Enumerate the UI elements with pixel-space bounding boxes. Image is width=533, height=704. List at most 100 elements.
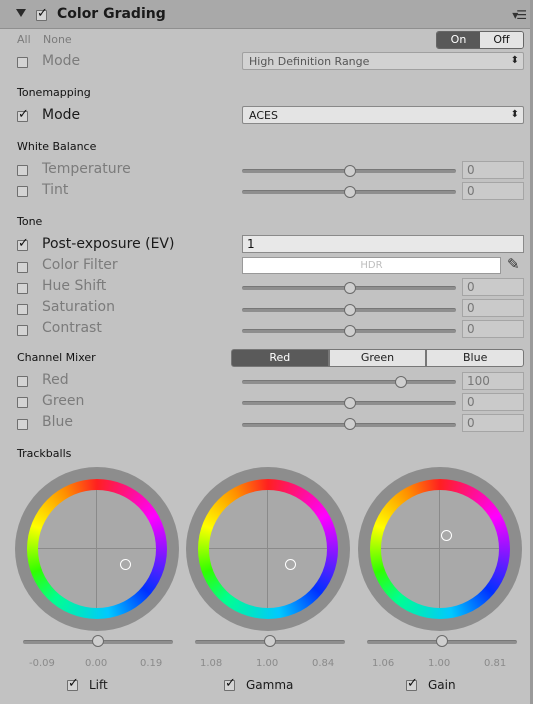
gamma-trackball[interactable] (186, 467, 350, 631)
gain-checkbox[interactable] (406, 676, 418, 691)
lift-value-b: 0.19 (140, 658, 163, 669)
lift-wheel-center (38, 490, 156, 608)
tone-section-title: Tone (17, 215, 43, 228)
mixer-green-checkbox[interactable] (17, 397, 28, 408)
mixer-blue-slider-thumb[interactable] (344, 418, 356, 430)
select-all-link[interactable]: All (17, 33, 31, 46)
gamma-handle[interactable] (285, 559, 296, 570)
context-menu-icon[interactable]: ▾☰ (512, 8, 527, 22)
temperature-checkbox[interactable] (17, 165, 28, 176)
post-exposure-label: Post-exposure (EV) (42, 236, 175, 252)
gamma-value-b: 0.84 (312, 658, 335, 669)
tint-checkbox[interactable] (17, 186, 28, 197)
tonemapping-section-title: Tonemapping (17, 86, 91, 99)
mixer-red-slider[interactable] (242, 380, 456, 384)
gain-label: Gain (428, 678, 456, 692)
gamma-color-ring (198, 479, 338, 619)
mixer-red-label: Red (42, 372, 69, 388)
component-title: Color Grading (57, 6, 166, 22)
temperature-slider-thumb[interactable] (344, 165, 356, 177)
color-filter-swatch[interactable]: HDR (242, 257, 501, 274)
lift-crosshair-vertical (96, 490, 97, 608)
gain-handle[interactable] (441, 530, 452, 541)
hue-shift-checkbox[interactable] (17, 283, 28, 294)
hue-shift-field[interactable]: 0 (462, 278, 524, 296)
gain-slider-thumb[interactable] (436, 635, 448, 647)
mixer-blue-field[interactable]: 0 (462, 414, 524, 432)
tint-label: Tint (42, 182, 69, 198)
saturation-field[interactable]: 0 (462, 299, 524, 317)
gain-value-r: 1.06 (372, 658, 395, 669)
lift-value-g: 0.00 (85, 658, 108, 669)
channel-mixer-tabs: Red Green Blue (231, 349, 525, 367)
gamma-crosshair-horizontal (209, 548, 327, 549)
mixer-green-label: Green (42, 393, 85, 409)
tint-field[interactable]: 0 (462, 182, 524, 200)
mixer-blue-label: Blue (42, 414, 73, 430)
gamma-label: Gamma (246, 678, 294, 692)
saturation-label: Saturation (42, 299, 115, 315)
gain-crosshair-vertical (439, 490, 440, 608)
post-exposure-checkbox[interactable] (17, 236, 29, 251)
tonemapping-mode-label: Mode (42, 107, 81, 123)
gain-value-b: 0.81 (484, 658, 507, 669)
color-filter-label: Color Filter (42, 257, 118, 273)
enable-checkbox[interactable] (36, 6, 48, 21)
lift-crosshair-horizontal (38, 548, 156, 549)
gamma-checkbox[interactable] (224, 676, 236, 691)
select-none-link[interactable]: None (43, 33, 72, 46)
lift-value-r: -0.09 (29, 658, 55, 669)
mixer-red-slider-thumb[interactable] (395, 376, 407, 388)
toggle-off[interactable]: Off (480, 32, 523, 48)
mode-label: Mode (42, 53, 81, 69)
lift-handle[interactable] (120, 559, 131, 570)
hue-shift-slider-thumb[interactable] (344, 282, 356, 294)
gamma-slider-thumb[interactable] (264, 635, 276, 647)
saturation-slider-thumb[interactable] (344, 304, 356, 316)
tab-green[interactable]: Green (328, 349, 427, 367)
lift-color-ring (27, 479, 167, 619)
contrast-checkbox[interactable] (17, 325, 28, 336)
mode-override-checkbox[interactable] (17, 57, 28, 68)
gamma-value-r: 1.08 (200, 658, 223, 669)
white-balance-section-title: White Balance (17, 140, 97, 153)
contrast-label: Contrast (42, 320, 102, 336)
gain-trackball[interactable] (358, 467, 522, 631)
mixer-red-checkbox[interactable] (17, 376, 28, 387)
foldout-arrow-icon[interactable] (16, 9, 26, 17)
tonemapping-mode-dropdown[interactable]: ACES (242, 106, 524, 124)
temperature-label: Temperature (42, 161, 131, 177)
gamma-wheel-center (209, 490, 327, 608)
lift-label: Lift (89, 678, 108, 692)
gamma-crosshair-vertical (267, 490, 268, 608)
mixer-green-slider-thumb[interactable] (344, 397, 356, 409)
saturation-checkbox[interactable] (17, 304, 28, 315)
mixer-blue-checkbox[interactable] (17, 419, 28, 430)
trackballs-section-title: Trackballs (17, 447, 72, 460)
tab-blue[interactable]: Blue (426, 349, 525, 367)
lift-slider-thumb[interactable] (92, 635, 104, 647)
hue-shift-label: Hue Shift (42, 278, 107, 294)
tab-red[interactable]: Red (231, 349, 329, 367)
tonemapping-mode-checkbox[interactable] (17, 107, 29, 122)
gain-crosshair-horizontal (381, 548, 499, 549)
gamma-value-g: 1.00 (256, 658, 279, 669)
color-filter-checkbox[interactable] (17, 262, 28, 273)
mode-dropdown[interactable]: High Definition Range (242, 52, 524, 70)
toggle-on[interactable]: On (437, 32, 480, 48)
channel-mixer-section-title: Channel Mixer (17, 351, 96, 364)
gain-value-g: 1.00 (428, 658, 451, 669)
on-off-toggle[interactable]: On Off (436, 31, 524, 49)
tint-slider-thumb[interactable] (344, 186, 356, 198)
lift-trackball[interactable] (15, 467, 179, 631)
post-exposure-field[interactable]: 1 (242, 235, 524, 253)
gain-color-ring (370, 479, 510, 619)
temperature-field[interactable]: 0 (462, 161, 524, 179)
contrast-slider-thumb[interactable] (344, 325, 356, 337)
gain-wheel-center (381, 490, 499, 608)
mixer-green-field[interactable]: 0 (462, 393, 524, 411)
lift-checkbox[interactable] (67, 676, 79, 691)
contrast-field[interactable]: 0 (462, 320, 524, 338)
eyedropper-icon[interactable]: ✎ (507, 255, 520, 273)
mixer-red-field[interactable]: 100 (462, 372, 524, 390)
